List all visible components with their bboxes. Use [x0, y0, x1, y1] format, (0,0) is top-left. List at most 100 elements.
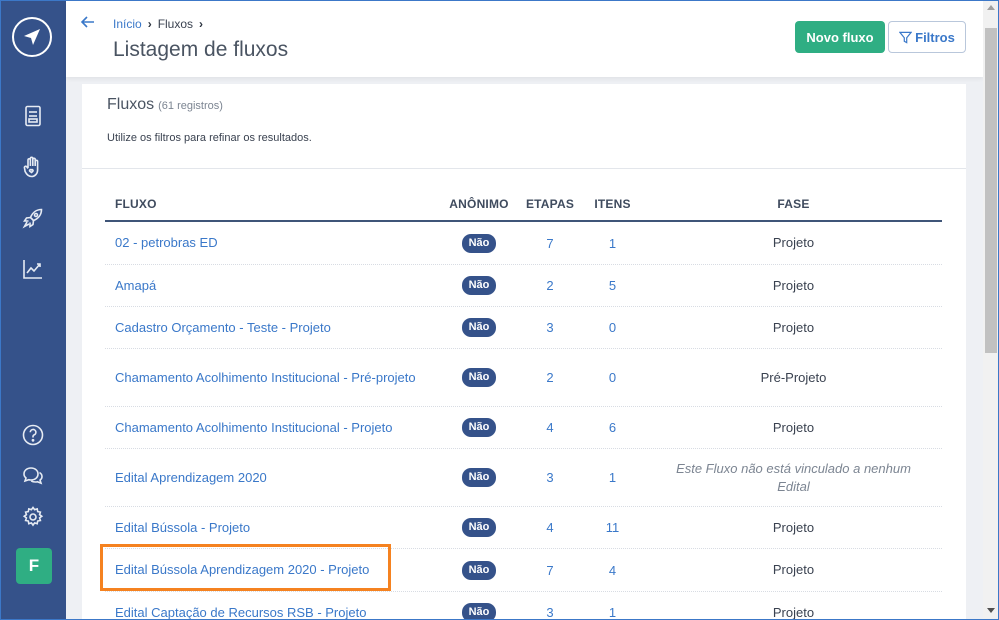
- items-link[interactable]: 5: [580, 278, 645, 293]
- flow-name-link[interactable]: Edital Bússola - Projeto: [105, 519, 438, 537]
- items-link[interactable]: 6: [580, 420, 645, 435]
- flow-name-link[interactable]: Edital Aprendizagem 2020: [105, 469, 438, 487]
- user-avatar[interactable]: F: [16, 548, 52, 584]
- breadcrumb-home-link[interactable]: Início: [113, 17, 142, 31]
- table-row: Chamamento Acolhimento Institucional - P…: [105, 407, 942, 449]
- table-row: Edital Aprendizagem 2020 Não 3 1 Este Fl…: [105, 449, 942, 507]
- flow-name-link[interactable]: Edital Bússola Aprendizagem 2020 - Proje…: [105, 561, 438, 579]
- anonymous-cell: Não: [438, 318, 520, 337]
- scroll-down-arrow-icon[interactable]: [987, 608, 995, 613]
- anonymous-badge: Não: [461, 518, 497, 537]
- table-row: Edital Bússola - Projeto Não 4 11 Projet…: [105, 507, 942, 549]
- back-arrow-icon[interactable]: [80, 14, 96, 30]
- items-link[interactable]: 11: [580, 520, 645, 535]
- flows-card: Fluxos (61 registros) Utilize os filtros …: [82, 84, 966, 620]
- anonymous-badge: Não: [461, 418, 497, 437]
- phase-cell: Projeto: [772, 604, 815, 620]
- document-icon[interactable]: [20, 103, 46, 129]
- anonymous-badge: Não: [461, 603, 497, 620]
- header-anonymous[interactable]: ANÔNIMO: [438, 197, 520, 211]
- anonymous-badge: Não: [461, 468, 497, 487]
- anonymous-cell: Não: [438, 368, 520, 387]
- divider: [82, 168, 966, 169]
- phase-cell: Projeto: [772, 319, 815, 335]
- steps-link[interactable]: 4: [520, 420, 580, 435]
- sidebar: F: [0, 0, 66, 620]
- flow-name-link[interactable]: Chamamento Acolhimento Institucional - P…: [105, 369, 438, 387]
- scroll-up-arrow-icon[interactable]: [987, 5, 995, 10]
- card-title: Fluxos (61 registros): [107, 96, 223, 114]
- breadcrumb-separator: ›: [199, 17, 204, 31]
- header-steps[interactable]: ETAPAS: [520, 197, 580, 211]
- help-icon[interactable]: [20, 422, 46, 448]
- header-items[interactable]: ITENS: [580, 197, 645, 211]
- paper-plane-icon: [24, 29, 40, 45]
- chart-line-icon[interactable]: [20, 256, 46, 282]
- phase-cell: Projeto: [772, 419, 815, 435]
- items-link[interactable]: 1: [580, 470, 645, 485]
- flow-name-link[interactable]: Cadastro Orçamento - Teste - Projeto: [105, 319, 438, 337]
- steps-link[interactable]: 2: [520, 278, 580, 293]
- scroll-thumb[interactable]: [985, 28, 997, 353]
- anonymous-cell: Não: [438, 603, 520, 620]
- chat-icon[interactable]: [20, 463, 46, 489]
- steps-link[interactable]: 3: [520, 320, 580, 335]
- flow-name-link[interactable]: Edital Captação de Recursos RSB - Projet…: [105, 604, 438, 620]
- anonymous-cell: Não: [438, 276, 520, 295]
- flow-name-link[interactable]: 02 - petrobras ED: [105, 234, 438, 252]
- steps-link[interactable]: 4: [520, 520, 580, 535]
- anonymous-cell: Não: [438, 233, 520, 253]
- table-row: Amapá Não 2 5 Projeto: [105, 265, 942, 307]
- gear-icon[interactable]: [20, 504, 46, 530]
- items-link[interactable]: 0: [580, 370, 645, 385]
- anonymous-badge: Não: [461, 233, 497, 253]
- steps-link[interactable]: 3: [520, 470, 580, 485]
- anonymous-cell: Não: [438, 468, 520, 487]
- anonymous-cell: Não: [438, 518, 520, 537]
- anonymous-badge: Não: [461, 318, 497, 337]
- anonymous-badge: Não: [461, 560, 497, 580]
- phase-cell: Projeto: [772, 235, 815, 250]
- items-link[interactable]: 1: [580, 236, 645, 251]
- phase-cell: Projeto: [772, 562, 815, 577]
- anonymous-cell: Não: [438, 418, 520, 437]
- vertical-scrollbar[interactable]: [983, 0, 999, 620]
- steps-link[interactable]: 3: [520, 605, 580, 620]
- items-link[interactable]: 1: [580, 605, 645, 620]
- header-phase[interactable]: FASE: [645, 197, 942, 211]
- hand-heart-icon[interactable]: [20, 154, 46, 180]
- header-flow[interactable]: FLUXO: [105, 197, 438, 211]
- table-header: FLUXO ANÔNIMO ETAPAS ITENS FASE: [105, 188, 942, 222]
- items-link[interactable]: 4: [580, 563, 645, 578]
- table-row: 02 - petrobras ED Não 7 1 Projeto: [105, 222, 942, 265]
- filter-icon: [899, 31, 913, 44]
- anonymous-badge: Não: [461, 368, 497, 387]
- anonymous-cell: Não: [438, 560, 520, 580]
- items-link[interactable]: 0: [580, 320, 645, 335]
- page-title: Listagem de fluxos: [113, 38, 289, 61]
- flow-name-link[interactable]: Chamamento Acolhimento Institucional - P…: [105, 419, 438, 437]
- flows-table: FLUXO ANÔNIMO ETAPAS ITENS FASE 02 - pet…: [105, 188, 942, 620]
- filters-button[interactable]: Filtros: [888, 21, 966, 53]
- steps-link[interactable]: 2: [520, 370, 580, 385]
- breadcrumb-current: Fluxos: [157, 17, 194, 31]
- anonymous-badge: Não: [461, 276, 497, 295]
- phase-cell: Projeto: [772, 519, 815, 535]
- rocket-icon[interactable]: [20, 205, 46, 231]
- record-count: (61 registros): [158, 100, 223, 112]
- phase-cell: Pré-Projeto: [760, 369, 827, 385]
- breadcrumb: Início › Fluxos ›: [113, 17, 203, 31]
- table-row: Edital Bússola Aprendizagem 2020 - Proje…: [105, 549, 942, 592]
- table-row: Cadastro Orçamento - Teste - Projeto Não…: [105, 307, 942, 349]
- phase-cell: Projeto: [772, 277, 815, 293]
- steps-link[interactable]: 7: [520, 236, 580, 251]
- app-logo-icon[interactable]: [12, 17, 52, 57]
- card-subtitle: Utilize os filtros para refinar os resul…: [107, 132, 312, 144]
- table-row: Chamamento Acolhimento Institucional - P…: [105, 349, 942, 407]
- page-header: Início › Fluxos › Listagem de fluxos Nov…: [66, 0, 983, 77]
- steps-link[interactable]: 7: [520, 563, 580, 578]
- flow-name-link[interactable]: Amapá: [105, 277, 438, 295]
- new-flow-button[interactable]: Novo fluxo: [795, 21, 885, 53]
- card-title-text: Fluxos: [107, 96, 155, 113]
- breadcrumb-separator: ›: [147, 17, 152, 31]
